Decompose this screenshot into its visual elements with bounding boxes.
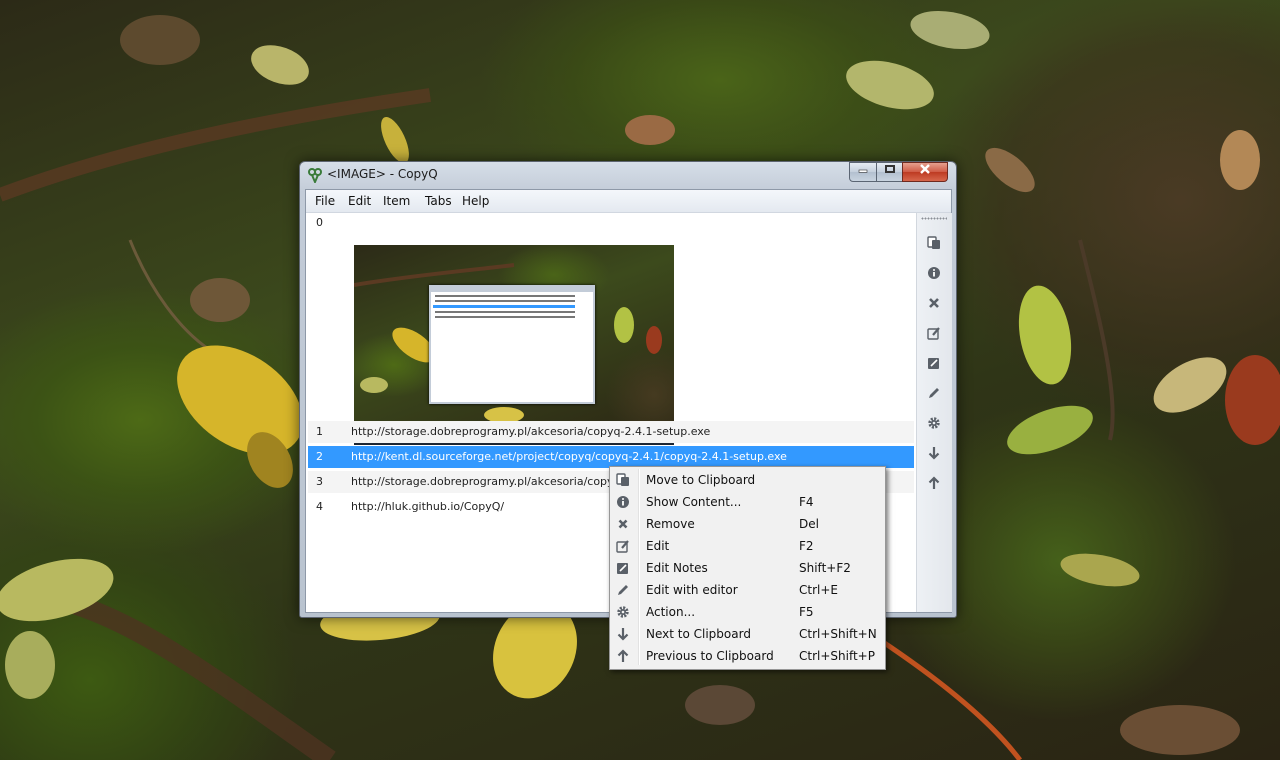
info-icon [617, 496, 629, 508]
image-thumbnail [354, 245, 674, 445]
item-index: 0 [316, 216, 323, 229]
menu-help[interactable]: Help [462, 194, 489, 208]
menu-item-shortcut: Ctrl+Shift+P [799, 649, 875, 663]
maximize-button[interactable] [876, 162, 903, 182]
list-item[interactable]: 1 http://storage.dobreprogramy.pl/akceso… [308, 421, 914, 443]
minimize-icon [850, 163, 876, 181]
item-text: http://kent.dl.sourceforge.net/project/c… [351, 450, 787, 463]
copy-to-clipboard-icon [616, 473, 629, 486]
menu-item-label: Show Content... [646, 495, 742, 509]
menu-item-shortcut: Ctrl+E [799, 583, 838, 597]
title-bar[interactable]: <IMAGE> - CopyQ [300, 162, 956, 188]
close-icon [618, 519, 628, 529]
menu-item-show-content[interactable]: Show Content... F4 [612, 491, 882, 513]
edit-notes-icon [617, 563, 628, 574]
pencil-icon [618, 585, 628, 595]
menu-item-shortcut: Del [799, 517, 819, 531]
menu-item-label: Remove [646, 517, 695, 531]
item-index: 4 [316, 500, 323, 513]
close-window-button[interactable] [902, 162, 948, 182]
menu-item-label: Edit Notes [646, 561, 708, 575]
menu-item-edit[interactable]: Edit F2 [612, 535, 882, 557]
copy-to-clipboard-icon[interactable] [924, 233, 944, 253]
gear-icon[interactable] [924, 413, 944, 433]
item-text: http://storage.dobreprogramy.pl/akcesori… [351, 425, 711, 438]
copyq-app-icon [308, 168, 322, 183]
menu-item-label: Action... [646, 605, 696, 619]
edit-notes-icon[interactable] [924, 353, 944, 373]
menu-item-shortcut: F4 [799, 495, 814, 509]
menu-item-shortcut: Ctrl+Shift+N [799, 627, 877, 641]
menu-item-next-to-clipboard[interactable]: Next to Clipboard Ctrl+Shift+N [612, 623, 882, 645]
close-icon[interactable] [924, 293, 944, 313]
menu-item-label: Previous to Clipboard [646, 649, 774, 663]
thumbnail-window-preview [429, 285, 595, 404]
arrow-up-icon[interactable] [924, 473, 944, 493]
gear-icon [617, 606, 629, 618]
menu-item-action[interactable]: Action... F5 [612, 601, 882, 623]
menu-item-shortcut: Shift+F2 [799, 561, 851, 575]
maximize-icon [877, 163, 902, 181]
menu-edit[interactable]: Edit [348, 194, 371, 208]
menu-item-remove[interactable]: Remove Del [612, 513, 882, 535]
arrow-down-icon[interactable] [924, 443, 944, 463]
arrow-up-icon [617, 649, 629, 662]
edit-icon[interactable] [924, 323, 944, 343]
info-icon[interactable] [924, 263, 944, 283]
menu-item-shortcut: F5 [799, 605, 814, 619]
item-context-menu: Move to Clipboard Show Content... F4 Rem… [609, 466, 886, 670]
menu-item-edit-notes[interactable]: Edit Notes Shift+F2 [612, 557, 882, 579]
menu-item-label: Next to Clipboard [646, 627, 751, 641]
list-item-selected[interactable]: 2 http://kent.dl.sourceforge.net/project… [308, 446, 914, 468]
menu-item-edit-with-editor[interactable]: Edit with editor Ctrl+E [612, 579, 882, 601]
menu-file[interactable]: File [315, 194, 335, 208]
window-title: <IMAGE> - CopyQ [327, 167, 438, 181]
item-index: 2 [316, 450, 323, 463]
minimize-button[interactable] [849, 162, 877, 182]
pencil-icon[interactable] [924, 383, 944, 403]
item-index: 3 [316, 475, 323, 488]
arrow-down-icon [617, 628, 629, 641]
menu-bar: File Edit Item Tabs Help [306, 190, 951, 213]
item-index: 1 [316, 425, 323, 438]
menu-item-move-to-clipboard[interactable]: Move to Clipboard [612, 469, 882, 491]
item-text: http://hluk.github.io/CopyQ/ [351, 500, 505, 513]
menu-item-shortcut: F2 [799, 539, 814, 553]
toolbar-grip[interactable] [921, 217, 947, 220]
close-icon [903, 163, 947, 181]
menu-item-previous-to-clipboard[interactable]: Previous to Clipboard Ctrl+Shift+P [612, 645, 882, 667]
menu-tabs[interactable]: Tabs [425, 194, 452, 208]
menu-item[interactable]: Item [383, 194, 410, 208]
menu-item-label: Edit [646, 539, 670, 553]
item-toolbar [916, 213, 952, 612]
list-item-image[interactable]: 0 [306, 213, 914, 445]
edit-icon [616, 540, 629, 553]
menu-item-label: Edit with editor [646, 583, 738, 597]
menu-item-label: Move to Clipboard [646, 473, 756, 487]
